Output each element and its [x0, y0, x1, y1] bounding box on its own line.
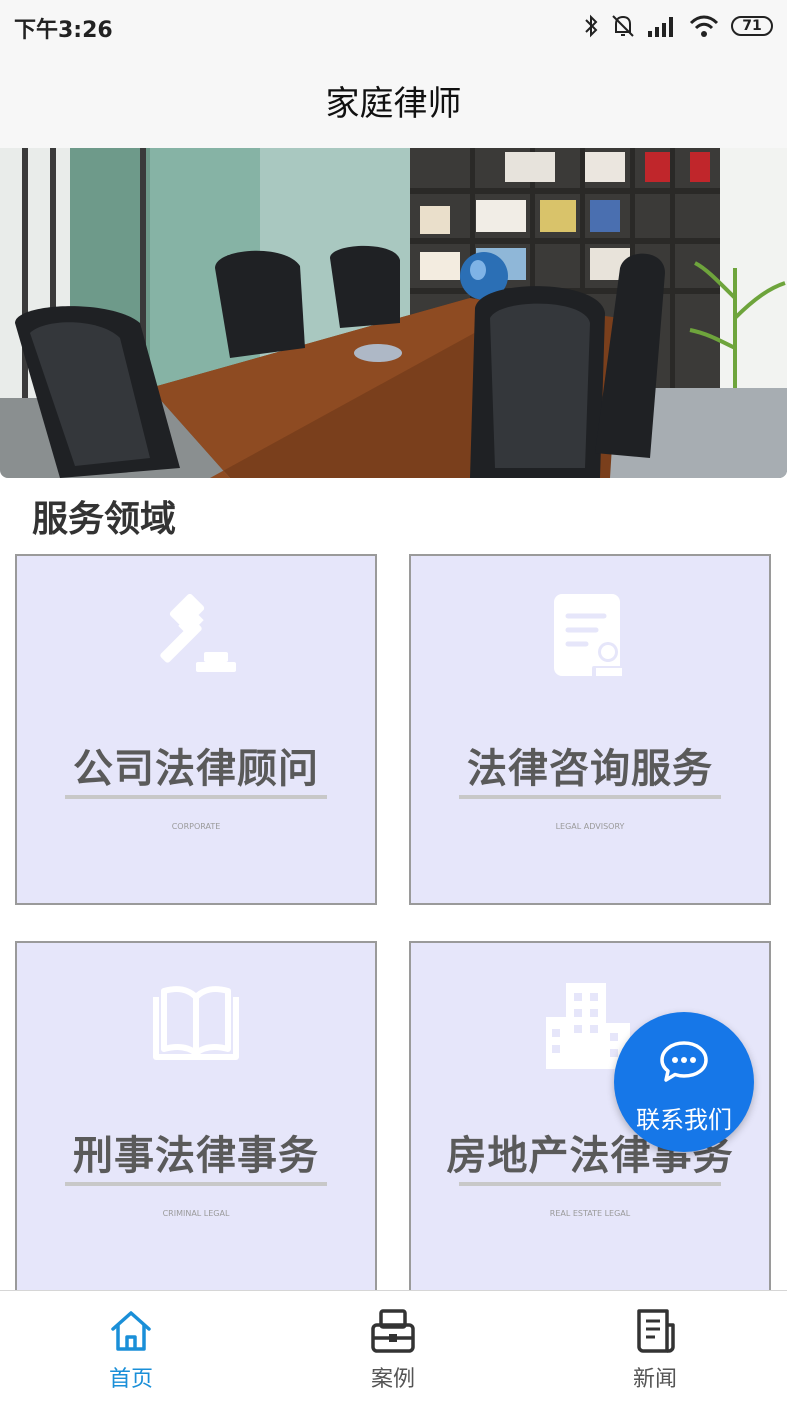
title-underline [65, 1182, 327, 1186]
news-icon [637, 1309, 675, 1353]
status-icons: 71 [583, 12, 773, 40]
book-icon [153, 986, 239, 1060]
bottom-tab-bar: 首页 案例 新闻 [0, 1290, 787, 1401]
signal-icon [648, 17, 673, 37]
gavel-icon [160, 593, 236, 672]
service-card-subtitle: CORPORATE [171, 822, 221, 831]
document-stamp-icon [554, 594, 626, 678]
service-card-title: 公司法律顾问 [73, 746, 319, 792]
title-underline [65, 795, 327, 799]
service-card-corporate[interactable]: 公司法律顾问 CORPORATE [15, 554, 377, 905]
tab-cases[interactable]: 案例 [262, 1291, 524, 1401]
wifi-icon [689, 15, 719, 37]
status-time: 下午3:26 [14, 18, 113, 43]
meeting-room-photo [0, 148, 787, 478]
mute-icon [612, 15, 634, 37]
tab-news[interactable]: 新闻 [524, 1291, 786, 1401]
tab-news-label: 新闻 [632, 1367, 677, 1392]
banner-image[interactable] [0, 148, 787, 478]
service-card-criminal[interactable]: 刑事法律事务 CRIMINAL LEGAL [15, 941, 377, 1292]
bluetooth-icon [585, 14, 598, 38]
chat-bubble-icon [660, 1041, 708, 1082]
section-title: 服务领域 [32, 499, 177, 540]
battery-icon: 71 [731, 16, 773, 36]
service-card-legal-advisory[interactable]: 法律咨询服务 LEGAL ADVISORY [409, 554, 771, 905]
tab-home-label: 首页 [108, 1367, 153, 1392]
home-icon [111, 1311, 151, 1351]
service-card-title: 刑事法律事务 [73, 1133, 319, 1179]
status-bar: 下午3:26 71 [0, 0, 787, 52]
tab-home[interactable]: 首页 [0, 1291, 262, 1401]
service-card-subtitle: CRIMINAL LEGAL [162, 1209, 230, 1218]
contact-us-label: 联系我们 [636, 1106, 732, 1134]
battery-level: 71 [742, 18, 762, 34]
page-title: 家庭律师 [325, 83, 462, 124]
service-card-subtitle: LEGAL ADVISORY [555, 822, 625, 831]
cases-icon [371, 1309, 415, 1353]
service-card-title: 法律咨询服务 [467, 746, 713, 792]
tab-cases-label: 案例 [370, 1367, 415, 1392]
contact-us-button[interactable]: 联系我们 [614, 1012, 754, 1152]
service-card-subtitle: REAL ESTATE LEGAL [549, 1209, 631, 1218]
title-underline [459, 795, 721, 799]
nav-bar: 家庭律师 [0, 52, 787, 148]
title-underline [459, 1182, 721, 1186]
